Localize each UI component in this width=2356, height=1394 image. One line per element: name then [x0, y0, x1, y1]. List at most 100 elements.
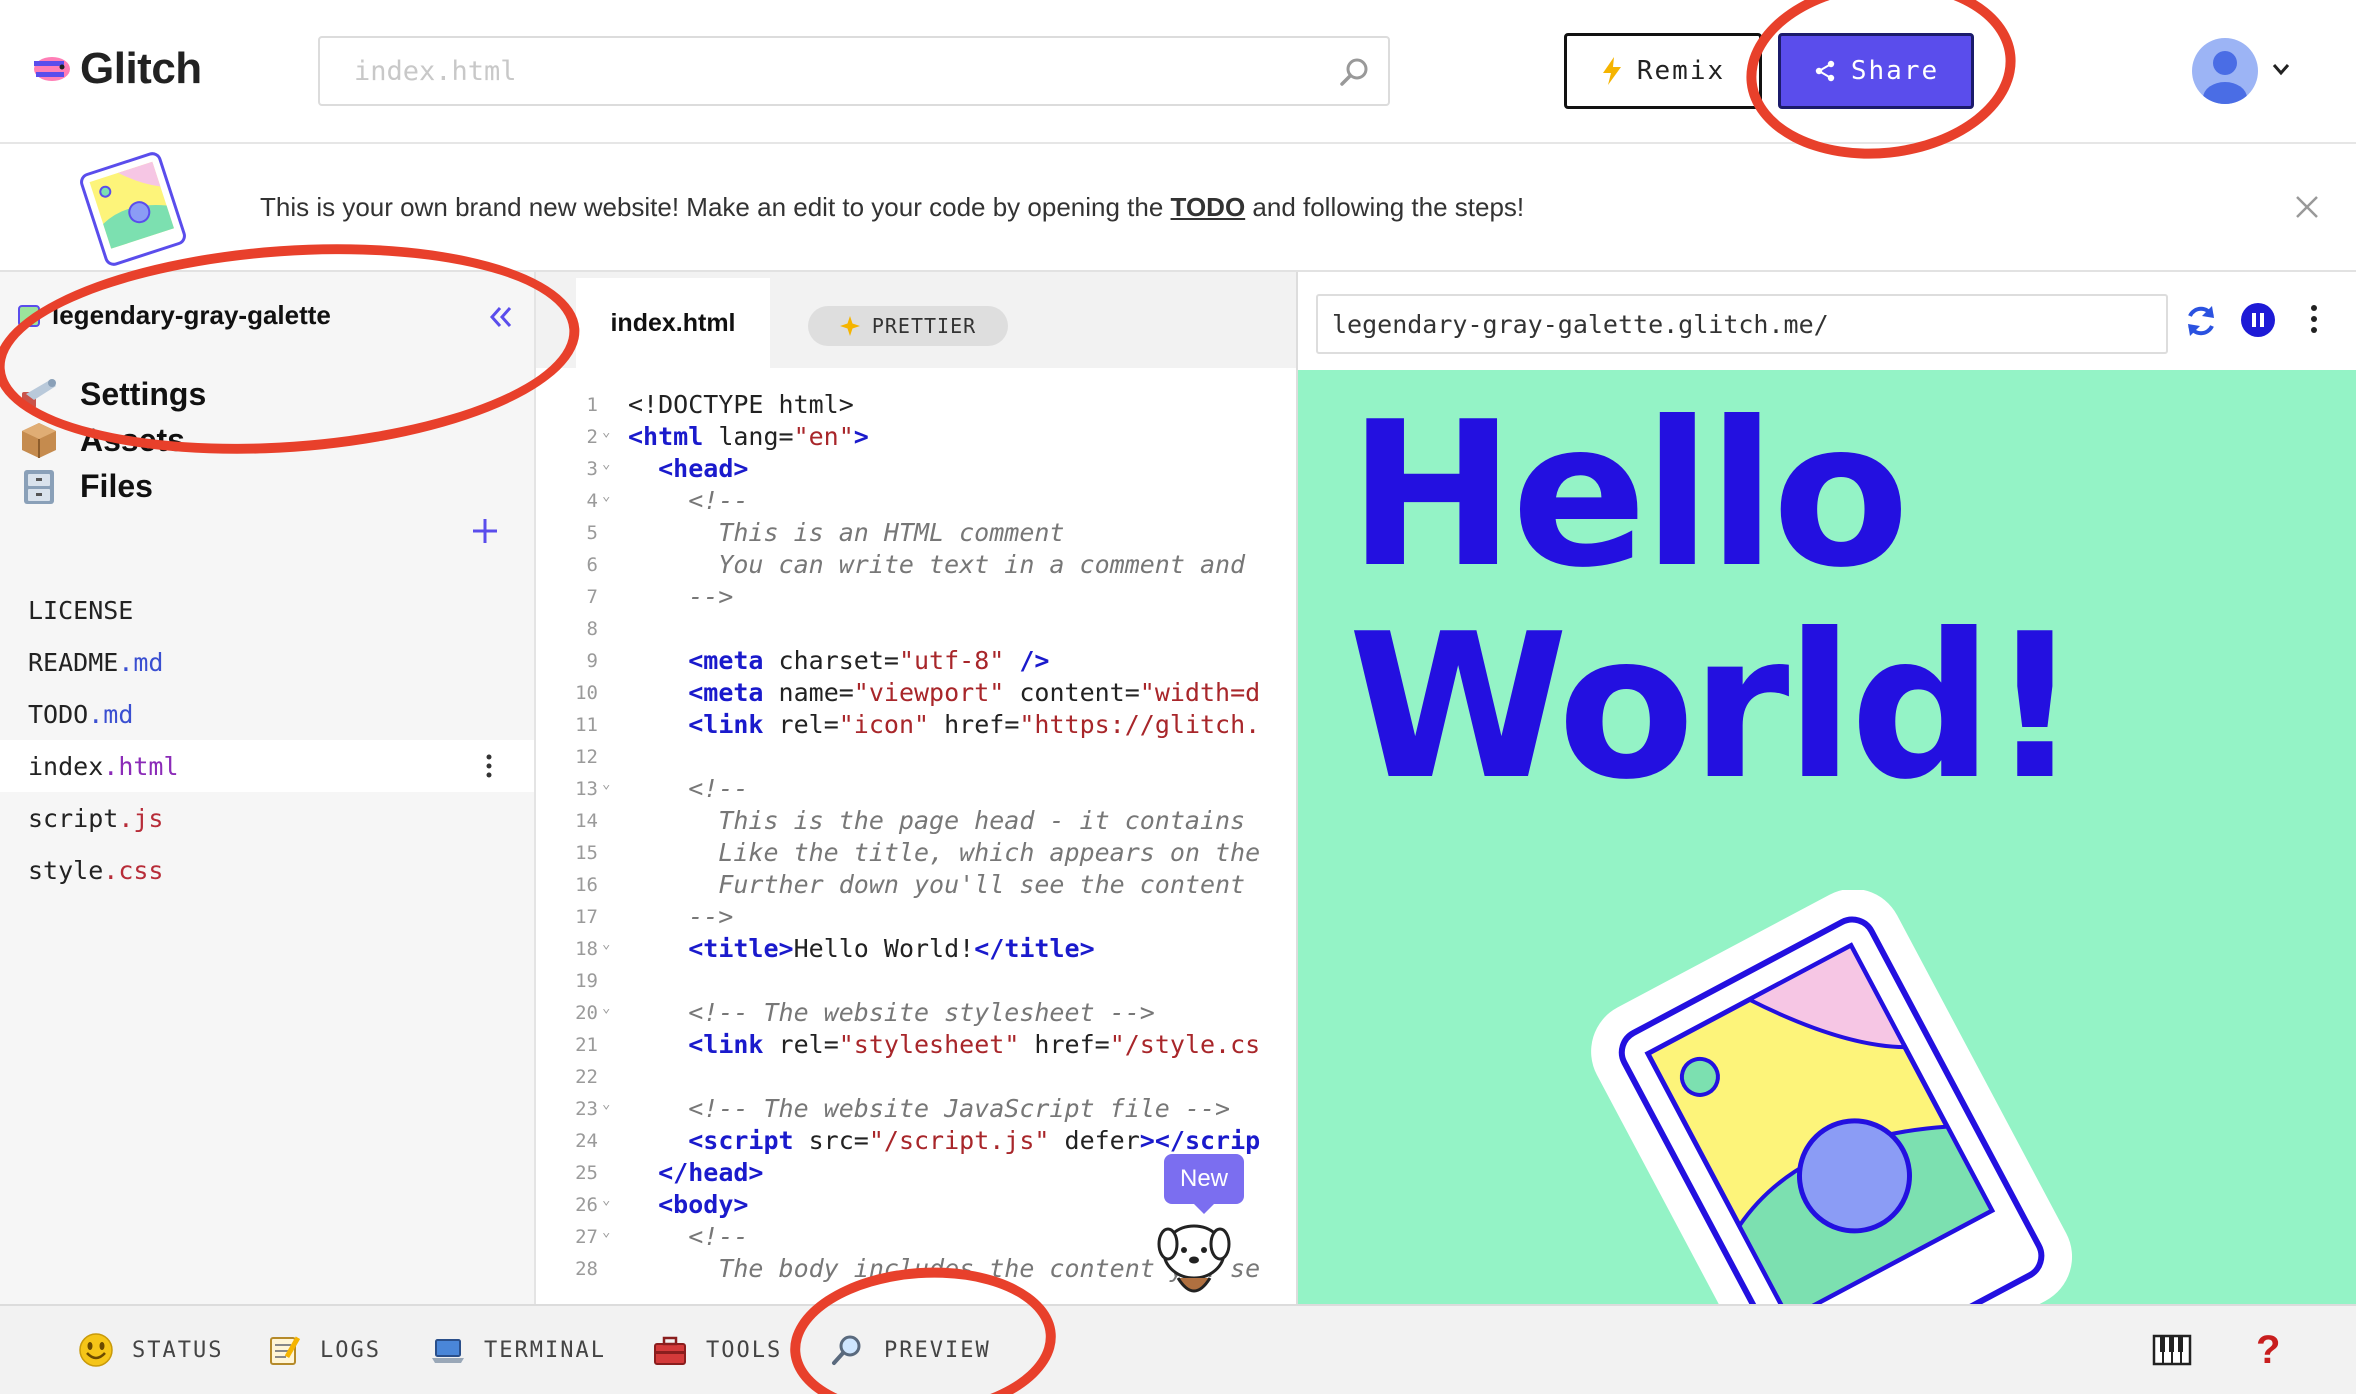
refresh-icon[interactable] [2182, 302, 2220, 340]
file-item-todo[interactable]: TODO .md [0, 688, 534, 740]
tools-button[interactable]: TOOLS [652, 1332, 782, 1368]
glitch-fish-icon [34, 57, 70, 81]
piano-icon[interactable] [2152, 1330, 2192, 1370]
code-text: <!-- The website JavaScript file --> [628, 1094, 1231, 1123]
file-item-index-html[interactable]: index .html [0, 740, 534, 792]
remix-button[interactable]: Remix [1564, 33, 1762, 109]
todo-link[interactable]: TODO [1171, 192, 1246, 222]
code-line[interactable]: 8 [536, 614, 1296, 646]
search-box[interactable] [318, 36, 1390, 106]
line-number: 6 [586, 554, 598, 576]
preview-url-bar[interactable] [1316, 294, 2168, 354]
fold-chevron-icon[interactable]: ⌄ [602, 936, 610, 952]
sidebar-item-files[interactable]: Files [18, 466, 153, 506]
code-line[interactable]: 2 ⌄ <html lang="en"> [536, 422, 1296, 454]
sparkle-icon [839, 316, 860, 336]
code-line[interactable]: 5 This is an HTML comment [536, 518, 1296, 550]
share-button[interactable]: Share [1778, 33, 1974, 109]
line-number: 23 [575, 1098, 598, 1120]
collapse-sidebar-icon[interactable] [486, 302, 516, 332]
bottom-toolbar: STATUS LOGS TERMINAL TOOLS PREVIEW ? [0, 1304, 2356, 1394]
line-number: 20 [575, 1002, 598, 1024]
code-line[interactable]: 3 ⌄ <head> [536, 454, 1296, 486]
code-line[interactable]: 20 ⌄ <!-- The website stylesheet --> [536, 998, 1296, 1030]
tab-index-html[interactable]: index.html [576, 278, 770, 368]
code-text: Further down you'll see the content [628, 870, 1246, 899]
file-item-script-js[interactable]: script .js [0, 792, 534, 844]
code-line[interactable]: 12 [536, 742, 1296, 774]
fold-chevron-icon[interactable]: ⌄ [602, 1000, 610, 1016]
fold-chevron-icon[interactable]: ⌄ [602, 456, 610, 472]
code-line[interactable]: 10 <meta name="viewport" content="width=… [536, 678, 1296, 710]
line-number: 5 [586, 522, 598, 544]
glitch-logo[interactable]: Glitch [30, 44, 202, 94]
code-line[interactable]: 9 <meta charset="utf-8" /> [536, 646, 1296, 678]
code-text: --> [628, 902, 734, 931]
sidebar-item-settings[interactable]: Settings [18, 374, 206, 414]
code-line[interactable]: 11 <link rel="icon" href="https://glitch… [536, 710, 1296, 742]
dog-mascot-icon[interactable] [1148, 1208, 1240, 1304]
code-line[interactable]: 16 Further down you'll see the content [536, 870, 1296, 902]
close-icon[interactable] [2290, 190, 2324, 224]
user-avatar[interactable] [2192, 38, 2258, 104]
code-line[interactable]: 6 You can write text in a comment and [536, 550, 1296, 582]
code-line[interactable]: 7 --> [536, 582, 1296, 614]
code-line[interactable]: 13 ⌄ <!-- [536, 774, 1296, 806]
file-item-license[interactable]: LICENSE [0, 584, 534, 636]
file-item-style-css[interactable]: style .css [0, 844, 534, 896]
preview-button[interactable]: PREVIEW [830, 1332, 991, 1368]
line-number: 10 [575, 682, 598, 704]
fold-chevron-icon[interactable]: ⌄ [602, 1192, 610, 1208]
code-line[interactable]: 17 --> [536, 902, 1296, 934]
welcome-banner: This is your own brand new website! Make… [0, 144, 2356, 272]
code-line[interactable]: 4 ⌄ <!-- [536, 486, 1296, 518]
line-number: 21 [575, 1034, 598, 1056]
code-line[interactable]: 22 [536, 1062, 1296, 1094]
line-number: 17 [575, 906, 598, 928]
website-illustration-icon [80, 152, 186, 266]
project-name[interactable]: legendary-gray-galette [18, 300, 331, 331]
code-line[interactable]: 1 <!DOCTYPE html> [536, 390, 1296, 422]
line-number: 26 [575, 1194, 598, 1216]
code-text: <script src="/script.js" defer></scrip [688, 1126, 1261, 1155]
pause-icon[interactable] [2240, 302, 2276, 338]
code-line[interactable]: 18 ⌄ <title>Hello World!</title> [536, 934, 1296, 966]
line-number: 8 [586, 618, 598, 640]
line-number: 19 [575, 970, 598, 992]
terminal-button[interactable]: TERMINAL [430, 1332, 606, 1368]
fold-chevron-icon[interactable]: ⌄ [602, 776, 610, 792]
fold-chevron-icon[interactable]: ⌄ [602, 1096, 610, 1112]
search-input[interactable] [320, 38, 1388, 104]
toolbox-icon [654, 1336, 686, 1365]
code-line[interactable]: 14 This is the page head - it contains [536, 806, 1296, 838]
code-text: This is the page head - it contains [628, 806, 1246, 835]
settings-icon [22, 379, 56, 408]
code-line[interactable]: 19 [536, 966, 1296, 998]
logs-button[interactable]: LOGS [266, 1332, 381, 1368]
line-number: 12 [575, 746, 598, 768]
website-illustration-icon [1591, 890, 2073, 1304]
help-icon[interactable]: ? [2256, 1328, 2286, 1372]
more-options-icon[interactable] [482, 752, 496, 780]
prettier-button[interactable]: PRETTIER [808, 306, 1008, 346]
code-line[interactable]: 23 ⌄ <!-- The website JavaScript file --> [536, 1094, 1296, 1126]
chevron-down-icon[interactable] [2270, 58, 2292, 80]
code-text: <link rel="stylesheet" href="/style.cs [688, 1030, 1261, 1059]
sidebar-item-assets[interactable]: Assets [18, 420, 185, 460]
top-header: Glitch Remix Share [0, 0, 2356, 144]
search-icon[interactable] [1338, 55, 1372, 89]
preview-url-input[interactable] [1318, 296, 2166, 352]
line-number: 22 [575, 1066, 598, 1088]
magnifier-icon [832, 1335, 861, 1365]
more-options-icon[interactable] [2306, 302, 2322, 336]
line-number: 18 [575, 938, 598, 960]
fold-chevron-icon[interactable]: ⌄ [602, 488, 610, 504]
status-button[interactable]: STATUS [78, 1332, 223, 1368]
line-number: 27 [575, 1226, 598, 1248]
code-line[interactable]: 15 Like the title, which appears on the [536, 838, 1296, 870]
fold-chevron-icon[interactable]: ⌄ [602, 1224, 610, 1240]
file-item-readme[interactable]: README .md [0, 636, 534, 688]
fold-chevron-icon[interactable]: ⌄ [602, 424, 610, 440]
add-file-icon[interactable] [468, 514, 502, 548]
code-line[interactable]: 21 <link rel="stylesheet" href="/style.c… [536, 1030, 1296, 1062]
